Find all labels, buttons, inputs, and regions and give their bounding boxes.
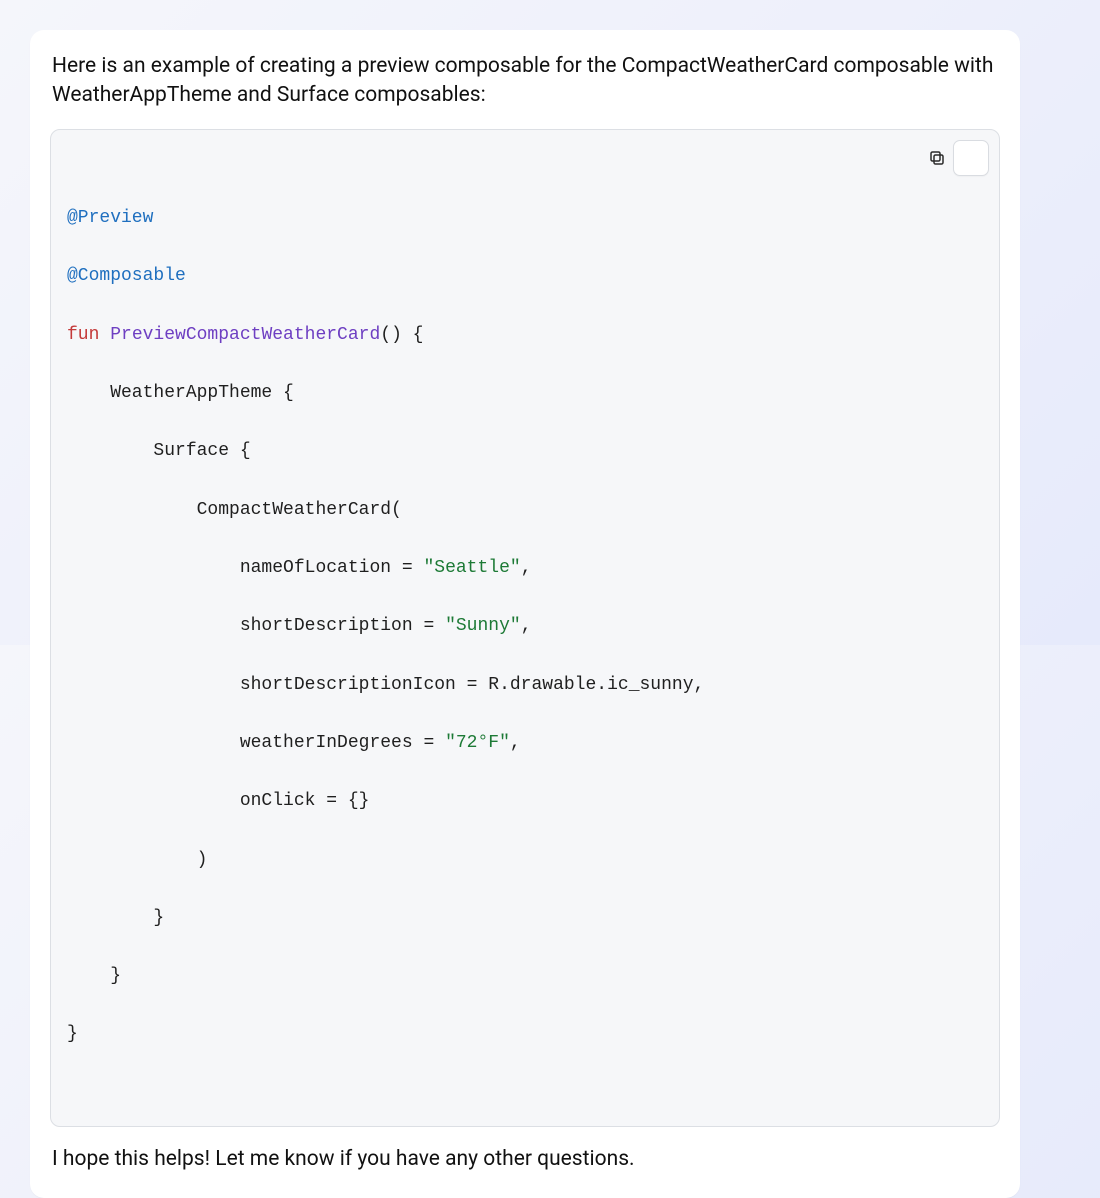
code-text: , xyxy=(521,558,532,578)
copy-button[interactable] xyxy=(953,140,989,176)
code-text: onClick = {} xyxy=(67,791,369,811)
message-card: Here is an example of creating a preview… xyxy=(30,30,1020,1198)
code-text: shortDescription = xyxy=(67,616,445,636)
code-text: } xyxy=(67,1024,78,1044)
code-text: Surface { xyxy=(67,441,251,461)
copy-icon xyxy=(928,129,1000,225)
code-text: WeatherAppTheme { xyxy=(67,383,294,403)
code-string: "72°F" xyxy=(445,733,510,753)
code-annotation-composable: @Composable xyxy=(67,266,186,286)
code-text: } xyxy=(67,908,164,928)
code-text: , xyxy=(521,616,532,636)
code-block: @Preview @Composable fun PreviewCompactW… xyxy=(50,129,1000,1127)
outro-paragraph: I hope this helps! Let me know if you ha… xyxy=(52,1145,998,1174)
code-text: nameOfLocation = xyxy=(67,558,423,578)
code-function-name: PreviewCompactWeatherCard xyxy=(110,325,380,345)
code-text: weatherInDegrees = xyxy=(67,733,445,753)
intro-paragraph: Here is an example of creating a preview… xyxy=(52,52,998,111)
code-text: , xyxy=(510,733,521,753)
code-string: "Sunny" xyxy=(445,616,521,636)
code-text: ) xyxy=(67,850,207,870)
code-text: CompactWeatherCard( xyxy=(67,500,402,520)
code-text: shortDescriptionIcon = R.drawable.ic_sun… xyxy=(67,675,704,695)
code-text: () { xyxy=(380,325,423,345)
code-text: } xyxy=(67,966,121,986)
code-keyword-fun: fun xyxy=(67,325,99,345)
code-annotation-preview: @Preview xyxy=(67,208,153,228)
code-string: "Seattle" xyxy=(423,558,520,578)
